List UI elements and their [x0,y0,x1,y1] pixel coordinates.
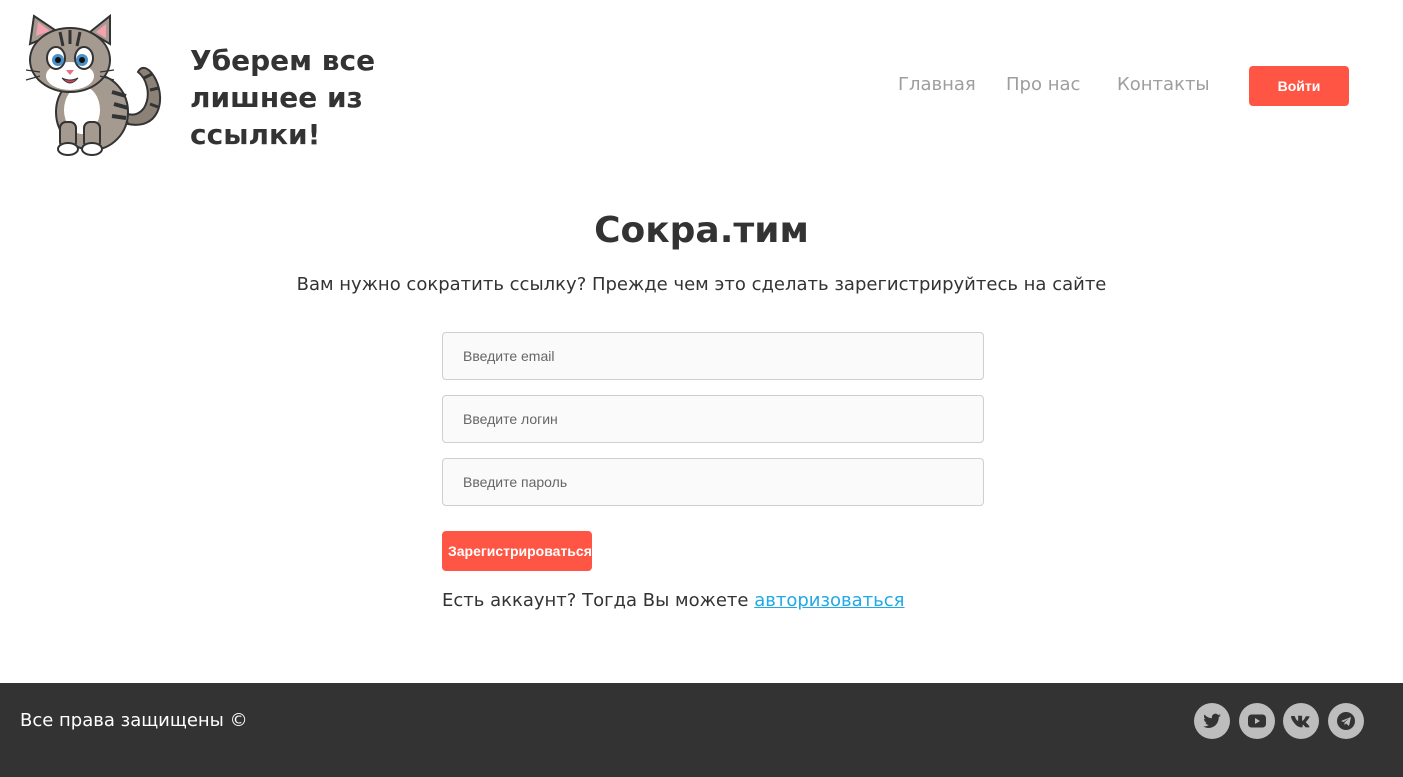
cat-mascot-icon[interactable] [20,12,170,160]
twitter-icon[interactable] [1194,703,1230,739]
login-button[interactable]: Войти [1249,66,1349,106]
authorize-link[interactable]: авторизоваться [754,590,904,611]
copyright-text: Все права защищены © [20,710,248,731]
site-footer: Все права защищены © [0,683,1403,777]
site-header: Уберем все лишнее из ссылки! Главная Про… [0,0,1403,170]
telegram-icon[interactable] [1328,703,1364,739]
nav-link-about[interactable]: Про нас [1006,74,1080,95]
page-title: Сокра.тим [594,210,809,251]
page-subtitle: Вам нужно сократить ссылку? Прежде чем э… [296,274,1107,295]
vk-icon[interactable] [1283,703,1319,739]
login-input[interactable] [442,395,984,443]
email-input[interactable] [442,332,984,380]
password-input[interactable] [442,458,984,506]
site-slogan: Уберем все лишнее из ссылки! [190,44,376,151]
nav-link-home[interactable]: Главная [898,74,976,95]
account-prompt-text: Есть аккаунт? Тогда Вы можете [442,590,749,611]
nav-link-contacts[interactable]: Контакты [1117,74,1210,95]
youtube-icon[interactable] [1239,703,1275,739]
register-button[interactable]: Зарегистрироваться [442,531,592,571]
account-prompt-line: Есть аккаунт? Тогда Вы можете авторизова… [442,590,905,611]
